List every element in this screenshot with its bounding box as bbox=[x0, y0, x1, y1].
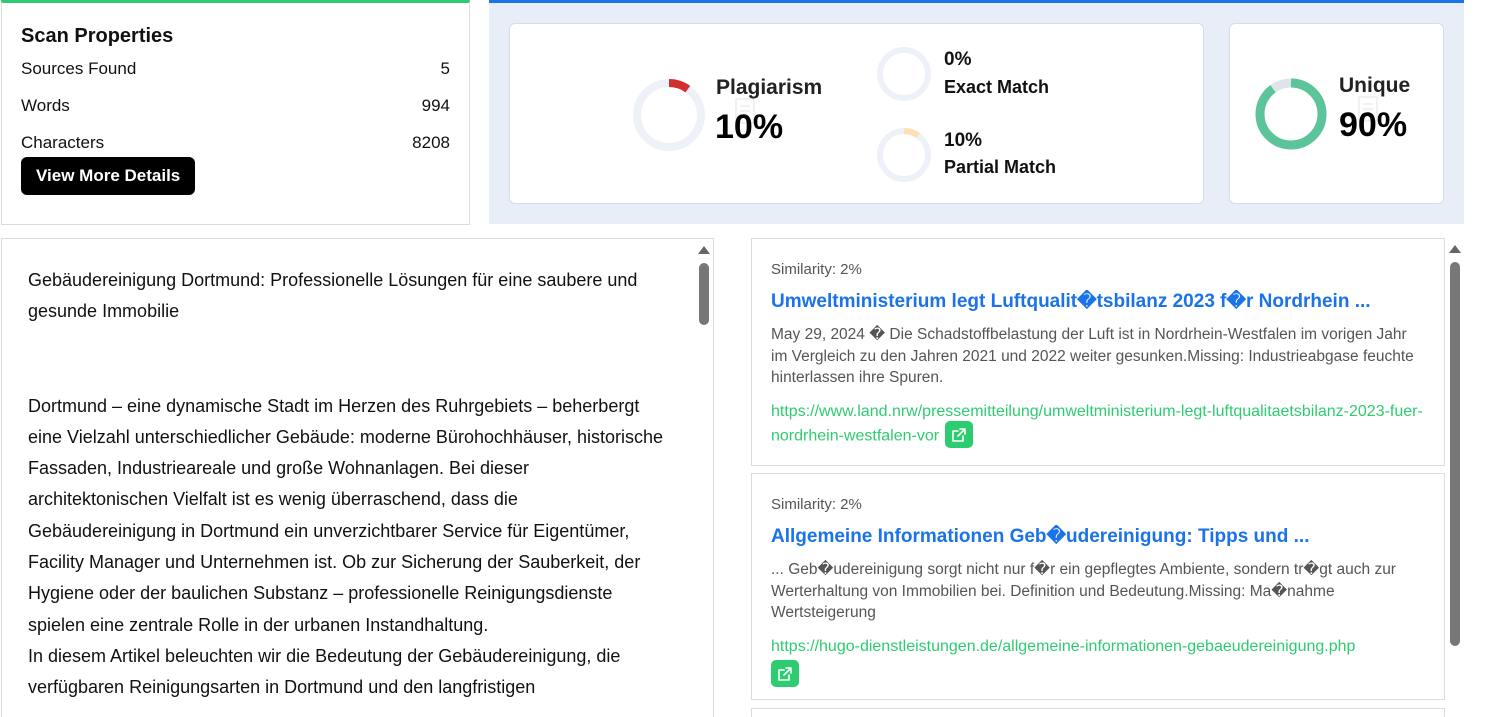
partial-match-label: Partial Match bbox=[944, 157, 1057, 177]
sources-scroll-up-arrow[interactable] bbox=[1449, 245, 1461, 253]
words-row: Words 994 bbox=[21, 94, 450, 131]
unique-ring bbox=[1255, 78, 1327, 150]
external-link-icon[interactable] bbox=[945, 421, 974, 449]
plagiarism-ring-track bbox=[633, 79, 705, 151]
partial-match-ring bbox=[877, 128, 931, 182]
sources-scrollbar-thumb[interactable] bbox=[1450, 262, 1460, 646]
unique-label: Unique bbox=[1339, 74, 1411, 97]
partial-match-ring-track bbox=[877, 128, 931, 182]
source-snippet: ... Geb�udereinigung sorgt nicht nur f�r… bbox=[771, 561, 1396, 622]
sources-found-label: Sources Found bbox=[21, 59, 137, 78]
text-paragraph: In diesem Artikel beleuchten wir die Bed… bbox=[28, 645, 621, 698]
plagiarism-ring bbox=[633, 79, 705, 151]
match-stats-card: Plagiarism 10% 0% Exact Match 10% Partia… bbox=[509, 23, 1204, 204]
words-label: Words bbox=[21, 96, 70, 115]
scan-properties-panel: Scan Properties Sources Found 5 Words 99… bbox=[1, 0, 470, 225]
source-card: Similarity: 2% Umweltministerium legt Lu… bbox=[751, 238, 1445, 466]
source-url-container: https://www.land.nrw/pressemitteilung/um… bbox=[771, 400, 1425, 450]
plagiarism-value: 10% bbox=[715, 108, 784, 146]
source-title-link[interactable]: Umweltministerium legt Luftqualit�tsbila… bbox=[771, 290, 1425, 314]
view-more-details-button[interactable]: View More Details bbox=[21, 157, 196, 195]
source-card: Similarity: 2% Allgemeine Informationen … bbox=[751, 473, 1445, 700]
partial-match-value: 10% bbox=[944, 130, 983, 151]
text-scrollbar-thumb[interactable] bbox=[699, 263, 709, 325]
similarity-label: Similarity: 2% bbox=[771, 261, 862, 278]
words-value: 994 bbox=[421, 96, 450, 115]
source-url-link[interactable]: https://www.land.nrw/pressemitteilung/um… bbox=[771, 403, 1423, 445]
exact-match-ring bbox=[877, 47, 931, 101]
sources-found-row: Sources Found 5 bbox=[21, 57, 450, 94]
exact-match-label: Exact Match bbox=[944, 77, 1050, 97]
text-scroll-up-arrow[interactable] bbox=[698, 246, 710, 254]
sources-found-value: 5 bbox=[440, 59, 450, 78]
source-card bbox=[751, 708, 1445, 717]
scanned-text: Gebäudereinigung Dortmund: Professionell… bbox=[28, 265, 668, 704]
text-title-line: Gebäudereinigung Dortmund: Professionell… bbox=[28, 270, 638, 322]
sources-panel[interactable]: Similarity: 2% Umweltministerium legt Lu… bbox=[750, 238, 1445, 717]
exact-match-ring-track bbox=[877, 47, 931, 101]
unique-card: Unique 90% bbox=[1229, 23, 1444, 204]
plagiarism-label: Plagiarism bbox=[716, 76, 823, 99]
external-link-icon[interactable] bbox=[771, 660, 799, 688]
scan-properties-title: Scan Properties bbox=[21, 25, 174, 47]
scanned-text-panel[interactable]: Gebäudereinigung Dortmund: Professionell… bbox=[1, 238, 714, 717]
similarity-label: Similarity: 2% bbox=[771, 496, 862, 513]
source-url-link[interactable]: https://hugo-dienstleistungen.de/allgeme… bbox=[771, 638, 1355, 655]
unique-ring-arc bbox=[1255, 78, 1327, 150]
source-title-link[interactable]: Allgemeine Informationen Geb�udereinigun… bbox=[771, 525, 1425, 549]
unique-value: 90% bbox=[1339, 106, 1408, 144]
characters-value: 8208 bbox=[412, 133, 450, 152]
exact-match-value: 0% bbox=[944, 49, 972, 70]
source-url-container: https://hugo-dienstleistungen.de/allgeme… bbox=[771, 635, 1425, 689]
source-snippet: May 29, 2024 � Die Schadstoffbelastung d… bbox=[771, 326, 1414, 387]
stats-panel: Plagiarism 10% 0% Exact Match 10% Partia… bbox=[489, 0, 1464, 224]
text-paragraph: Dortmund – eine dynamische Stadt im Herz… bbox=[28, 395, 664, 635]
